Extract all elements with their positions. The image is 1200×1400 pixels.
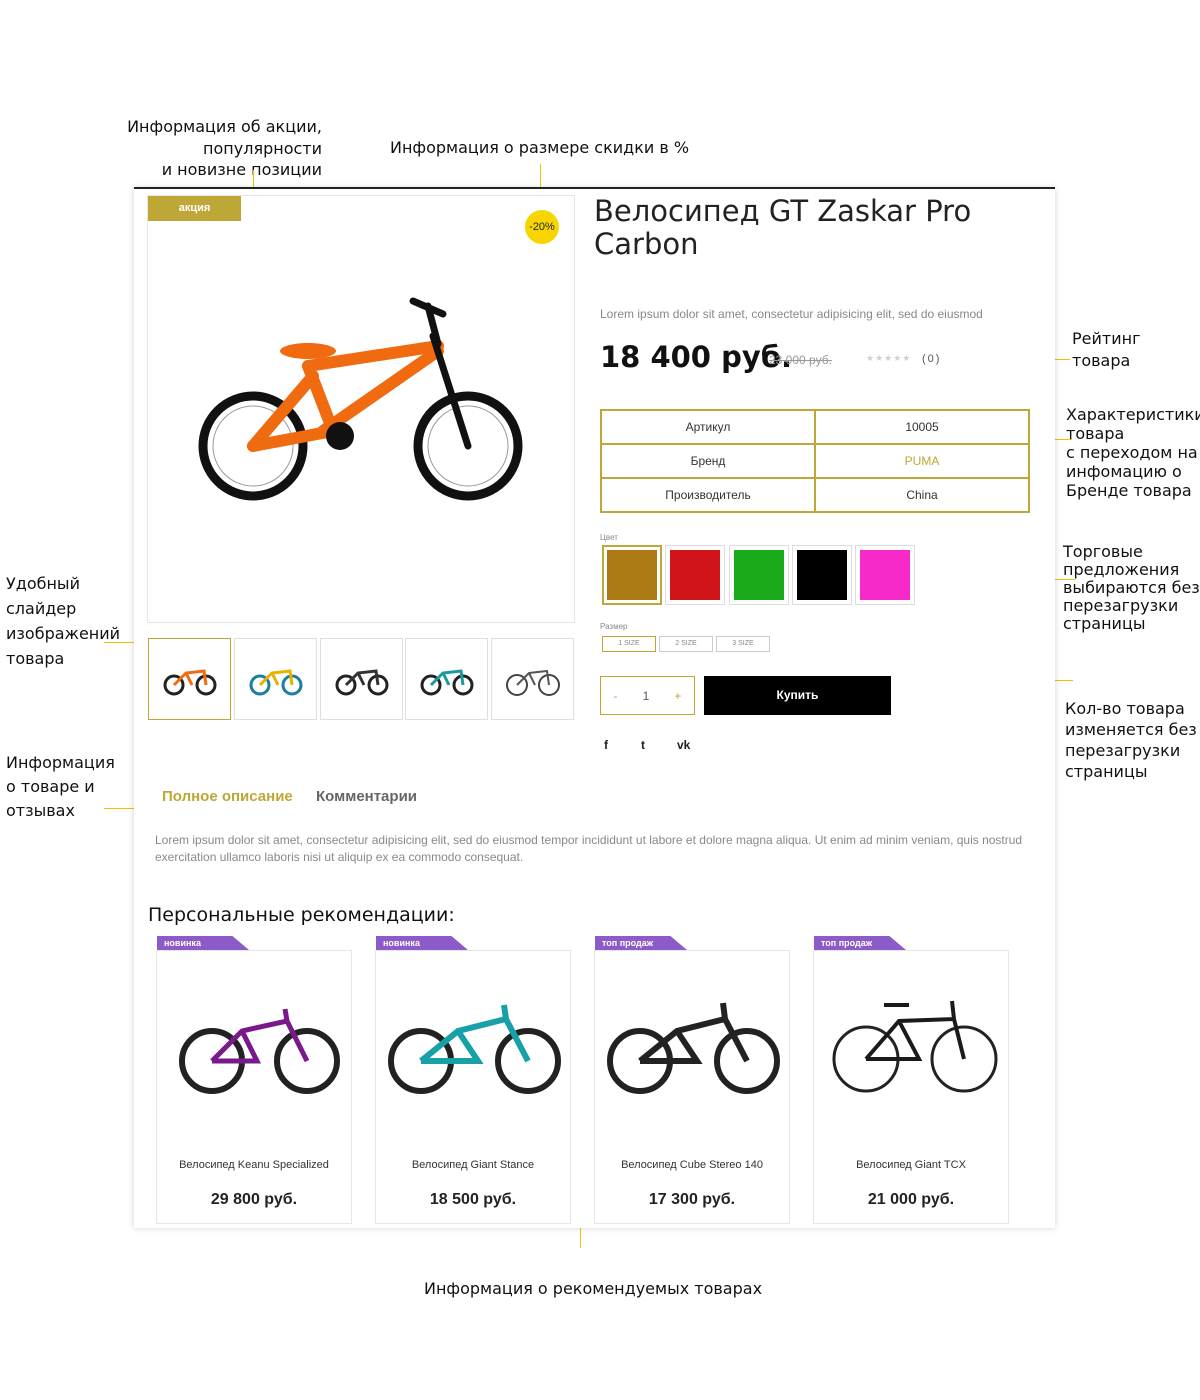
product-name[interactable]: Велосипед Giant Stance <box>376 1159 570 1171</box>
facebook-icon[interactable]: f <box>604 738 608 752</box>
swatch-fill <box>860 550 910 600</box>
bmx-bike-image <box>198 297 523 501</box>
product-name[interactable]: Велосипед Keanu Specialized <box>157 1159 351 1171</box>
color-swatch-3[interactable] <box>729 545 789 605</box>
product-price: 17 300 руб. <box>648 1191 736 1208</box>
recommendations-title: Персональные рекомендации: <box>148 904 455 926</box>
main-product-image[interactable] <box>147 195 575 623</box>
swatch-fill <box>797 550 847 600</box>
annotation-specs: Характеристики товара с переходом на инф… <box>1066 405 1200 500</box>
thumbnail-2[interactable] <box>234 638 317 720</box>
product-old-price: 23 000 руб. <box>769 353 832 367</box>
twitter-icon[interactable]: t <box>641 738 645 752</box>
annotation-discount: Информация о размере скидки в % <box>390 138 690 157</box>
product-title: Велосипед GT Zaskar Pro Carbon <box>594 194 972 261</box>
size-option-3[interactable]: 3 SIZE <box>716 636 770 652</box>
buy-button[interactable]: Купить <box>704 676 891 715</box>
qty-value[interactable]: 1 <box>643 689 650 703</box>
color-swatch-5[interactable] <box>855 545 915 605</box>
sale-badge: акция <box>148 196 241 221</box>
spec-label: Бренд <box>600 443 816 479</box>
bike-image <box>832 1000 998 1093</box>
qty-plus-button[interactable]: + <box>674 689 681 703</box>
color-swatch-4[interactable] <box>792 545 852 605</box>
annotation-slider: Удобный слайдер изображений товара <box>6 574 121 668</box>
vk-icon[interactable]: vk <box>677 738 690 752</box>
spec-label: Производитель <box>600 477 816 513</box>
spec-value: China <box>814 477 1030 513</box>
quantity-stepper: - 1 + <box>600 676 695 715</box>
annotation-offers: Торговые предложения выбираются без пере… <box>1063 542 1200 633</box>
product-name[interactable]: Велосипед Giant TCX <box>814 1159 1008 1171</box>
bike-image <box>607 1002 780 1094</box>
thumbnail-5[interactable] <box>491 638 574 720</box>
tab-description[interactable]: Полное описание <box>162 788 293 805</box>
swatch-fill <box>607 550 657 600</box>
bike-image <box>388 1004 561 1094</box>
thumbnail-4[interactable] <box>405 638 488 720</box>
card-top-border <box>134 187 1055 189</box>
product-short-description: Lorem ipsum dolor sit amet, consectetur … <box>600 307 983 321</box>
spec-label: Артикул <box>600 409 816 445</box>
annotation-promo: Информация об акции, популярности и нови… <box>127 117 322 180</box>
bike-thumb-icon <box>163 669 216 696</box>
qty-minus-button[interactable]: - <box>614 689 618 703</box>
swatch-fill <box>670 550 720 600</box>
recommendation-card-3[interactable]: Велосипед Cube Stereo 140 17 300 руб. <box>594 950 790 1224</box>
annotation-rating: Рейтинг товара <box>1072 329 1141 370</box>
bike-thumb-icon <box>420 669 473 696</box>
product-price: 21 000 руб. <box>867 1191 955 1208</box>
tab-content-text: Lorem ipsum dolor sit amet, consectetur … <box>155 833 1023 864</box>
annotation-info: Информация о товаре и отзывах <box>6 753 115 820</box>
swatch-fill <box>734 550 784 600</box>
rating-stars[interactable]: ★★★★★ <box>866 353 911 364</box>
product-name[interactable]: Велосипед Cube Stereo 140 <box>595 1159 789 1171</box>
size-option-2[interactable]: 2 SIZE <box>659 636 713 652</box>
spec-value: 10005 <box>814 409 1030 445</box>
bike-thumb-icon <box>249 669 302 696</box>
specs-table: Артикул 10005 Бренд PUMA Производитель C… <box>600 409 1030 513</box>
tab-comments[interactable]: Комментарии <box>316 788 417 805</box>
spec-row: Производитель China <box>600 477 1030 513</box>
color-swatch-2[interactable] <box>665 545 725 605</box>
bike-thumb-icon <box>505 669 560 696</box>
spec-row: Бренд PUMA <box>600 443 1030 479</box>
thumbnail-1[interactable] <box>148 638 231 720</box>
annotation-qty: Кол-во товара изменяется без перезагрузк… <box>1065 699 1197 781</box>
size-option-1[interactable]: 1 SIZE <box>602 636 656 652</box>
spec-row: Артикул 10005 <box>600 409 1030 445</box>
product-price: 18 400 руб. <box>600 340 793 374</box>
color-label: Цвет <box>600 533 618 542</box>
brand-link[interactable]: PUMA <box>814 443 1030 479</box>
bike-thumb-icon <box>335 669 388 696</box>
recommendation-card-4[interactable]: Велосипед Giant TCX 21 000 руб. <box>813 950 1009 1224</box>
thumbnail-3[interactable] <box>320 638 403 720</box>
recommendation-card-1[interactable]: Велосипед Keanu Specialized 29 800 руб. <box>156 950 352 1224</box>
discount-badge: -20% <box>525 210 559 244</box>
color-swatch-1[interactable] <box>602 545 662 605</box>
rating-count: (0) <box>922 353 942 365</box>
annotation-recommended: Информация о рекомендуемых товарах <box>424 1279 763 1298</box>
recommendation-card-2[interactable]: Велосипед Giant Stance 18 500 руб. <box>375 950 571 1224</box>
bike-image <box>179 1008 340 1094</box>
product-price: 18 500 руб. <box>429 1191 517 1208</box>
product-price: 29 800 руб. <box>210 1191 298 1208</box>
size-label: Размер <box>600 622 628 631</box>
